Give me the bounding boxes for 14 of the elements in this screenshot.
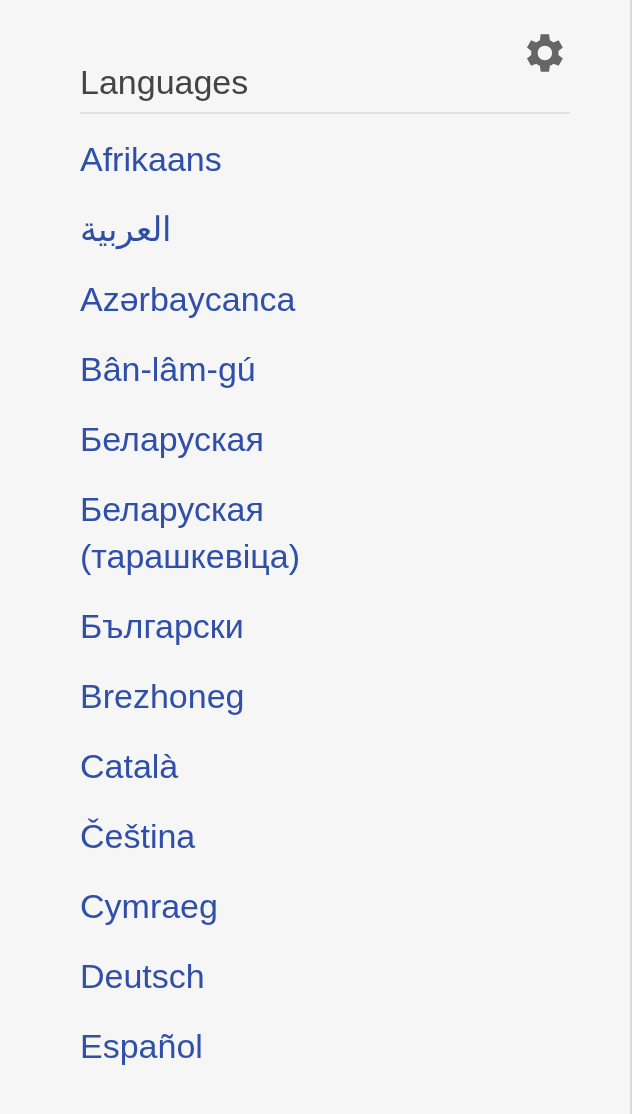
language-link[interactable]: Afrikaans (80, 124, 222, 194)
language-link[interactable]: Bân-lâm-gú (80, 334, 256, 404)
language-link[interactable]: Cymraeg (80, 871, 218, 941)
language-link[interactable]: Brezhoneg (80, 661, 245, 731)
language-link[interactable]: Azərbaycanca (80, 264, 296, 334)
language-link[interactable]: Español (80, 1011, 203, 1081)
language-link[interactable]: العربية (80, 194, 171, 264)
language-link[interactable]: Беларуская (80, 404, 264, 474)
language-link[interactable]: Čeština (80, 801, 196, 871)
language-link[interactable]: Català (80, 731, 179, 801)
language-link[interactable]: Deutsch (80, 941, 205, 1011)
language-link[interactable]: Български (80, 591, 244, 661)
section-heading: Languages (80, 62, 249, 102)
language-link[interactable]: Беларуская (тарашкевіца) (80, 474, 400, 591)
